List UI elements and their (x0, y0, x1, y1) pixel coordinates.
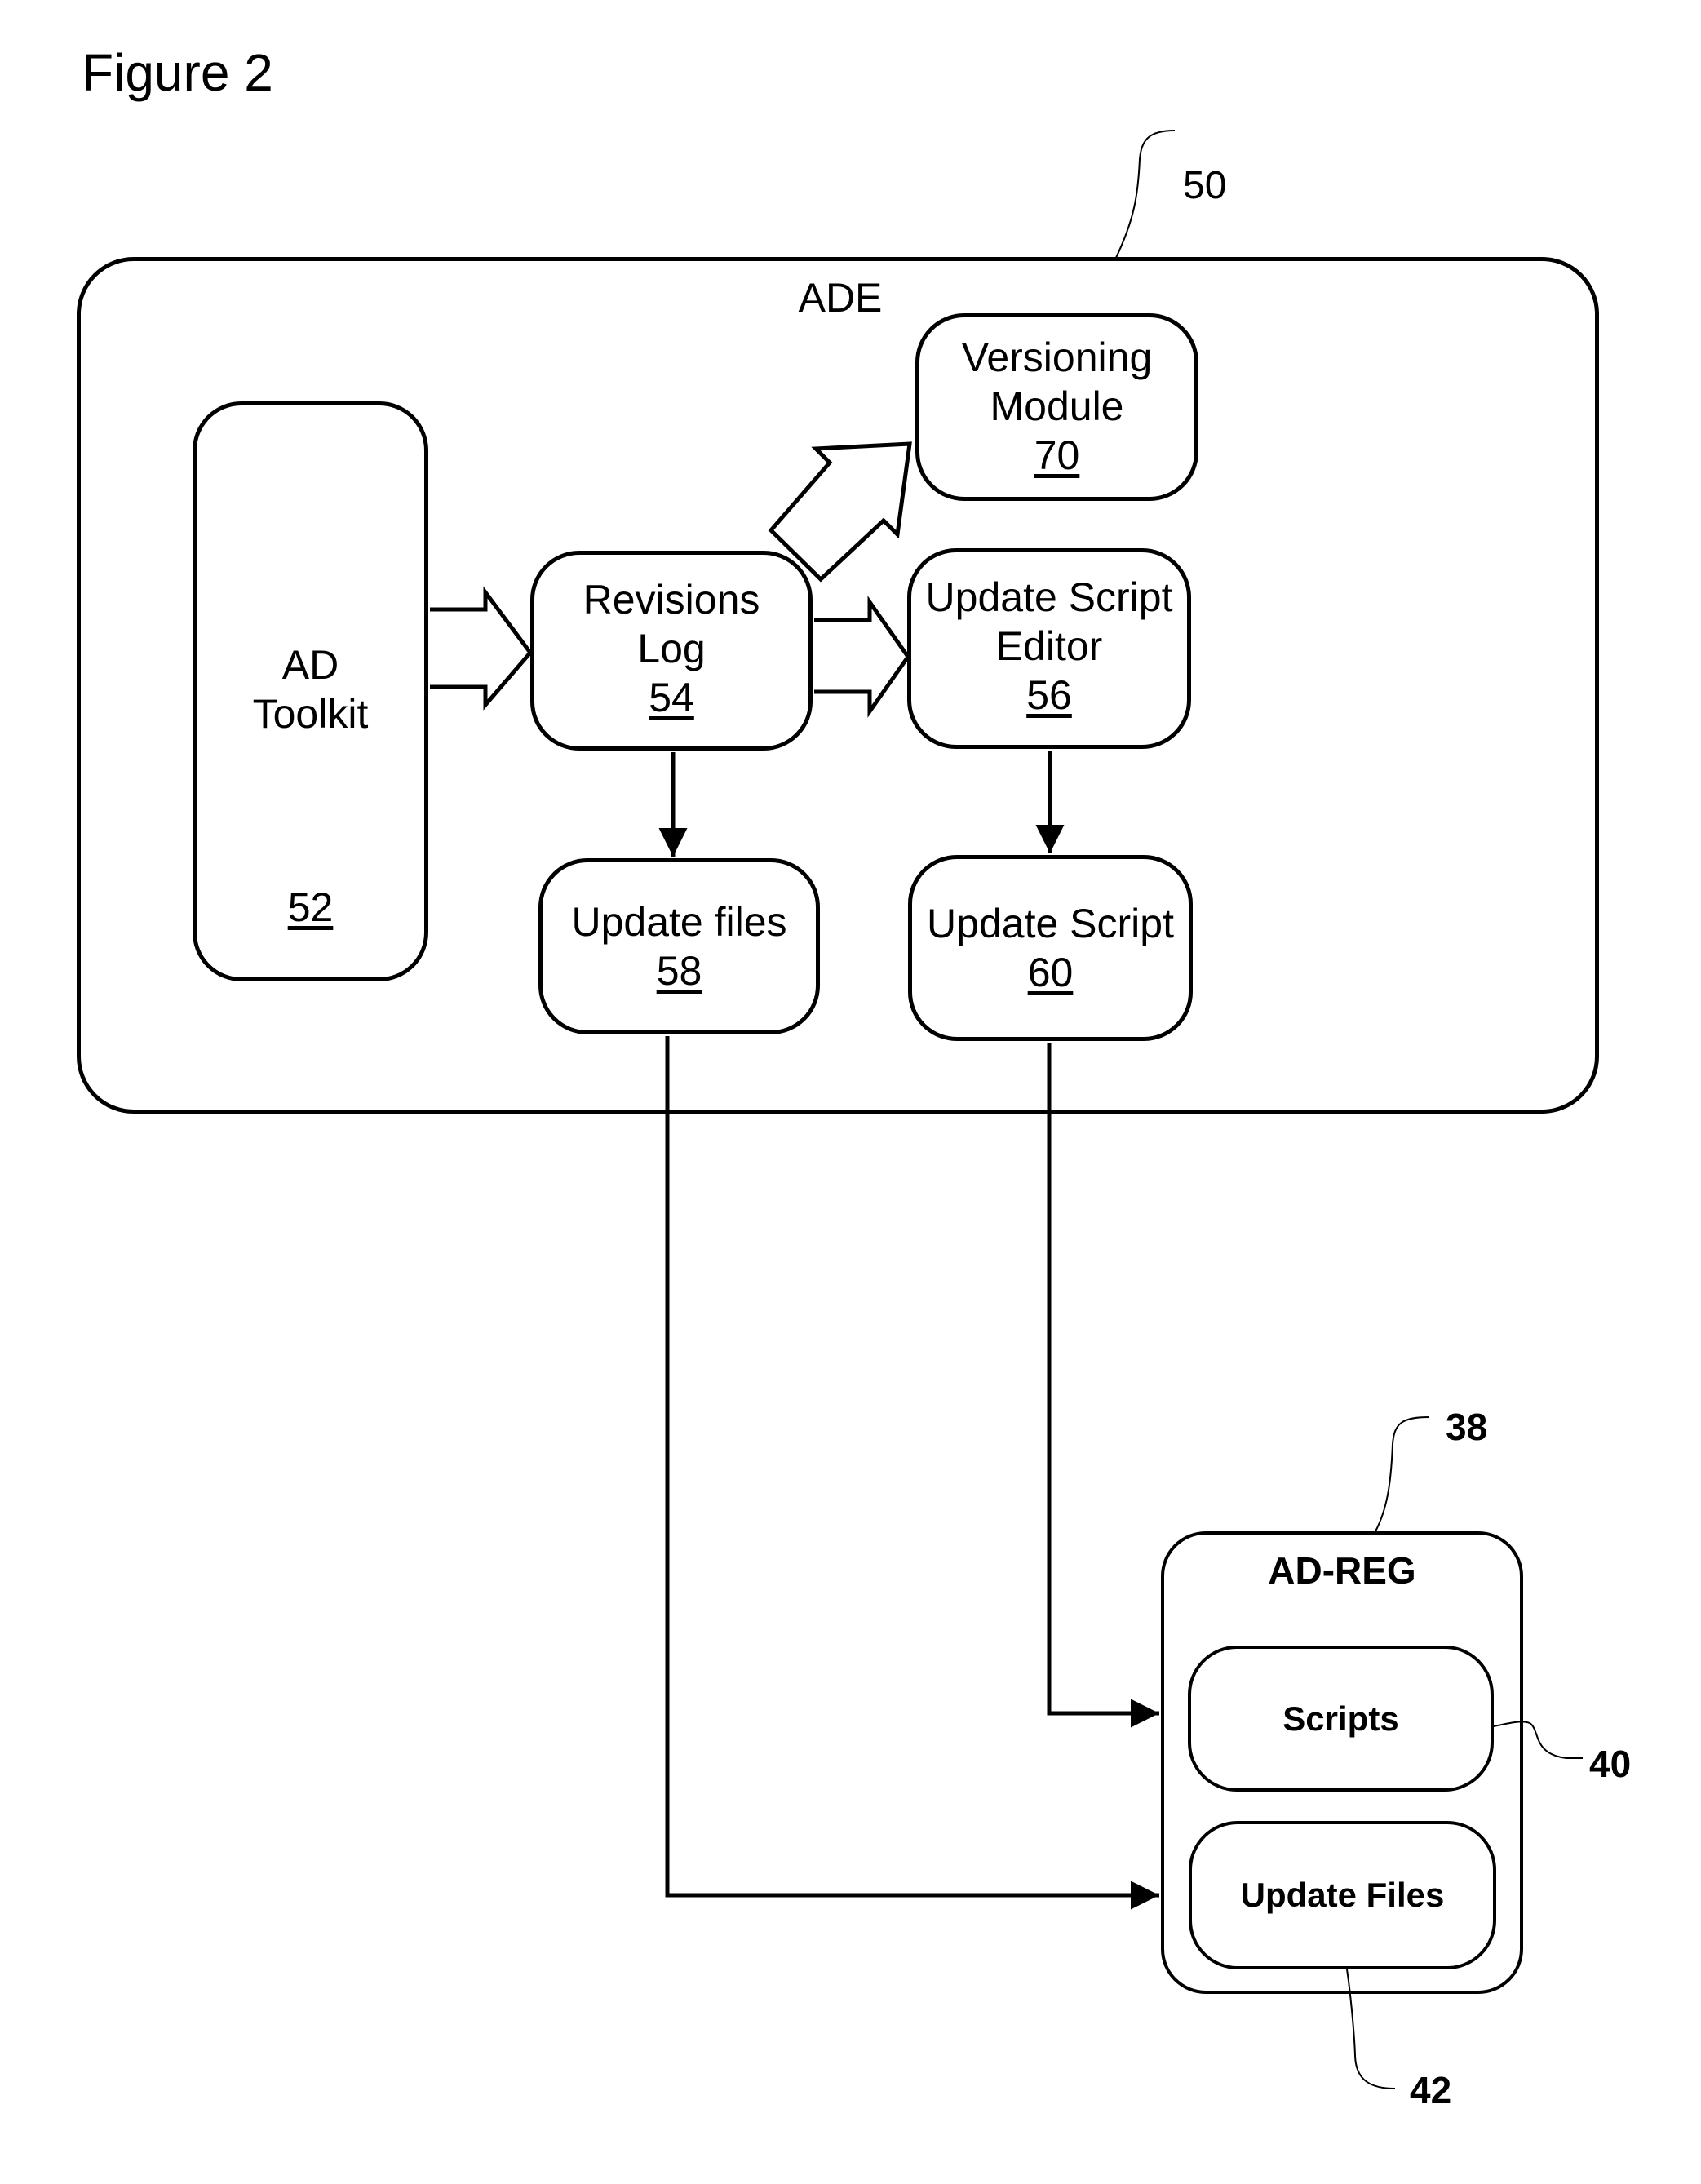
update-script-editor-line2: Editor (995, 623, 1103, 669)
versioning-module-line1: Versioning (961, 334, 1153, 380)
update-script-editor-label: Update Script Editor 56 (907, 573, 1191, 720)
revisions-log-line1: Revisions (583, 577, 760, 622)
revisions-log-line2: Log (637, 626, 706, 671)
ade-ref-number: 50 (1183, 164, 1227, 207)
ad-toolkit-line1: AD (281, 642, 339, 688)
ad-toolkit-number: 52 (287, 884, 334, 930)
ad-toolkit-label: AD Toolkit (193, 640, 428, 738)
update-files-label: Update files 58 (538, 897, 820, 995)
arrow-updatefiles-to-adreg-files (665, 1036, 1159, 1910)
ad-reg-update-files-label: Update Files (1240, 1876, 1445, 1914)
arrow-script-to-adreg-scripts (1047, 1043, 1159, 1728)
leader-38 (1375, 1416, 1430, 1532)
update-script-editor-line1: Update Script (925, 574, 1173, 620)
ad-reg-ref-number: 38 (1446, 1406, 1488, 1448)
update-script-editor-number: 56 (1026, 672, 1072, 718)
revisions-log-label: Revisions Log 54 (530, 575, 813, 722)
update-script-label: Update Script 60 (908, 899, 1193, 997)
ade-label: ADE (798, 275, 883, 321)
ad-reg-scripts-ref: 40 (1589, 1743, 1632, 1785)
ad-reg-label: AD-REG (1268, 1549, 1416, 1592)
ad-toolkit-num-wrap: 52 (193, 883, 428, 932)
update-files-number: 58 (656, 948, 702, 994)
update-script-line1: Update Script (927, 901, 1174, 946)
ad-reg-update-files-ref: 42 (1410, 2069, 1452, 2111)
revisions-log-number: 54 (649, 675, 694, 720)
leader-50 (1114, 130, 1176, 260)
versioning-module-label: Versioning Module 70 (915, 333, 1198, 480)
ad-toolkit-line2: Toolkit (252, 691, 369, 737)
versioning-module-number: 70 (1034, 432, 1080, 478)
ad-reg-scripts-label: Scripts (1282, 1699, 1399, 1738)
versioning-module-line2: Module (990, 383, 1124, 429)
update-script-number: 60 (1027, 950, 1074, 995)
update-files-line1: Update files (571, 899, 787, 945)
